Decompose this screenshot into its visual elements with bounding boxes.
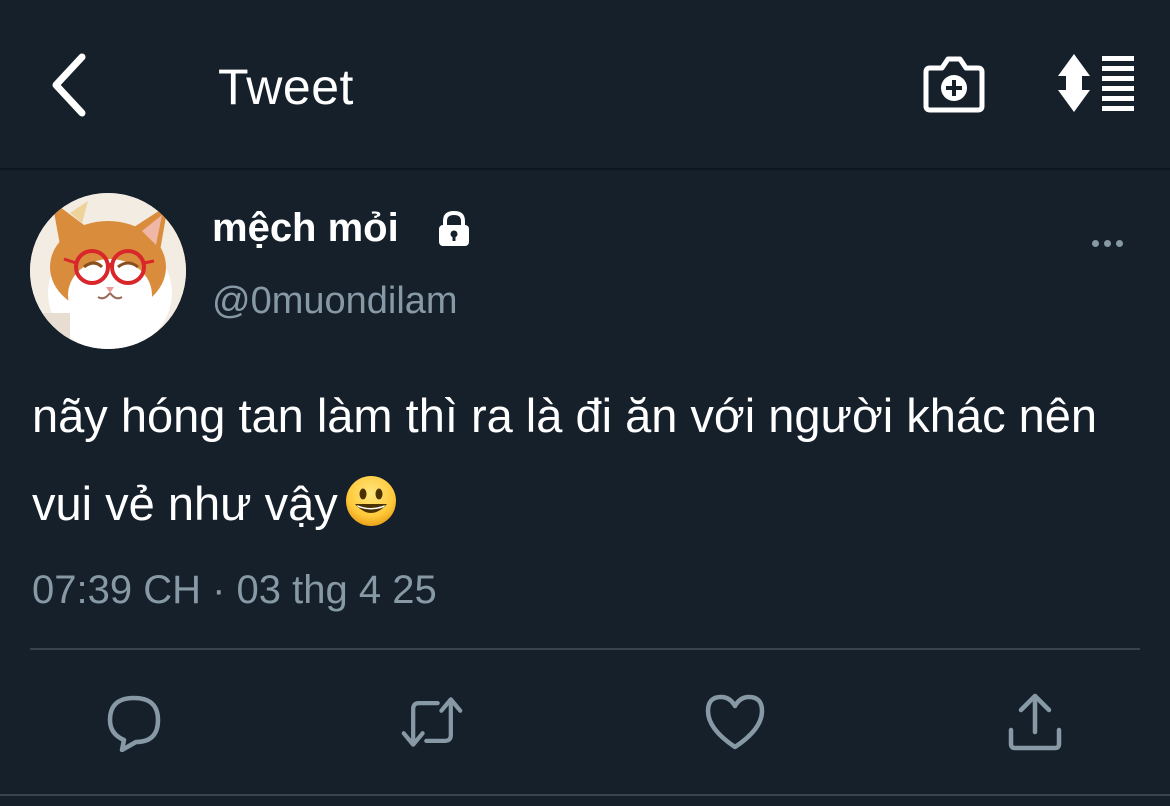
camera-plus-icon (923, 56, 985, 113)
like-button[interactable] (703, 690, 767, 754)
display-name[interactable]: mệch mỏi (212, 206, 399, 251)
cat-avatar-image (30, 193, 186, 349)
sort-list-icon (1058, 54, 1134, 112)
user-handle[interactable]: @0muondilam (212, 280, 458, 323)
tweet-detail-screen: Tweet mệch mỏi @0muondilam nãy hóng tan … (0, 0, 1170, 806)
share-button[interactable] (1003, 690, 1067, 754)
retweet-icon (401, 697, 463, 747)
camera-button[interactable] (918, 50, 990, 118)
more-options-button[interactable] (1082, 226, 1132, 260)
chevron-left-icon (52, 53, 86, 117)
reply-button[interactable] (102, 690, 166, 754)
more-dot (1115, 239, 1123, 247)
divider (30, 648, 1140, 650)
tweet-timestamp: 07:39 CH · 03 thg 4 25 (32, 568, 437, 612)
share-icon (1008, 693, 1062, 751)
sort-button[interactable] (1056, 50, 1140, 116)
heart-icon (705, 694, 765, 750)
more-dot (1103, 239, 1111, 247)
lock-icon (439, 210, 469, 246)
grinning-face-emoji (345, 476, 396, 526)
reply-icon (107, 695, 161, 752)
top-navigation-bar: Tweet (0, 0, 1170, 170)
back-button[interactable] (38, 48, 98, 122)
avatar[interactable] (30, 193, 186, 349)
retweet-button[interactable] (400, 690, 464, 754)
more-dot (1091, 239, 1099, 247)
tweet-text: nãy hóng tan làm thì ra là đi ăn với ngư… (32, 372, 1132, 548)
divider (0, 794, 1170, 796)
tweet-text-body: nãy hóng tan làm thì ra là đi ăn với ngư… (32, 389, 1098, 530)
page-title: Tweet (218, 59, 354, 115)
